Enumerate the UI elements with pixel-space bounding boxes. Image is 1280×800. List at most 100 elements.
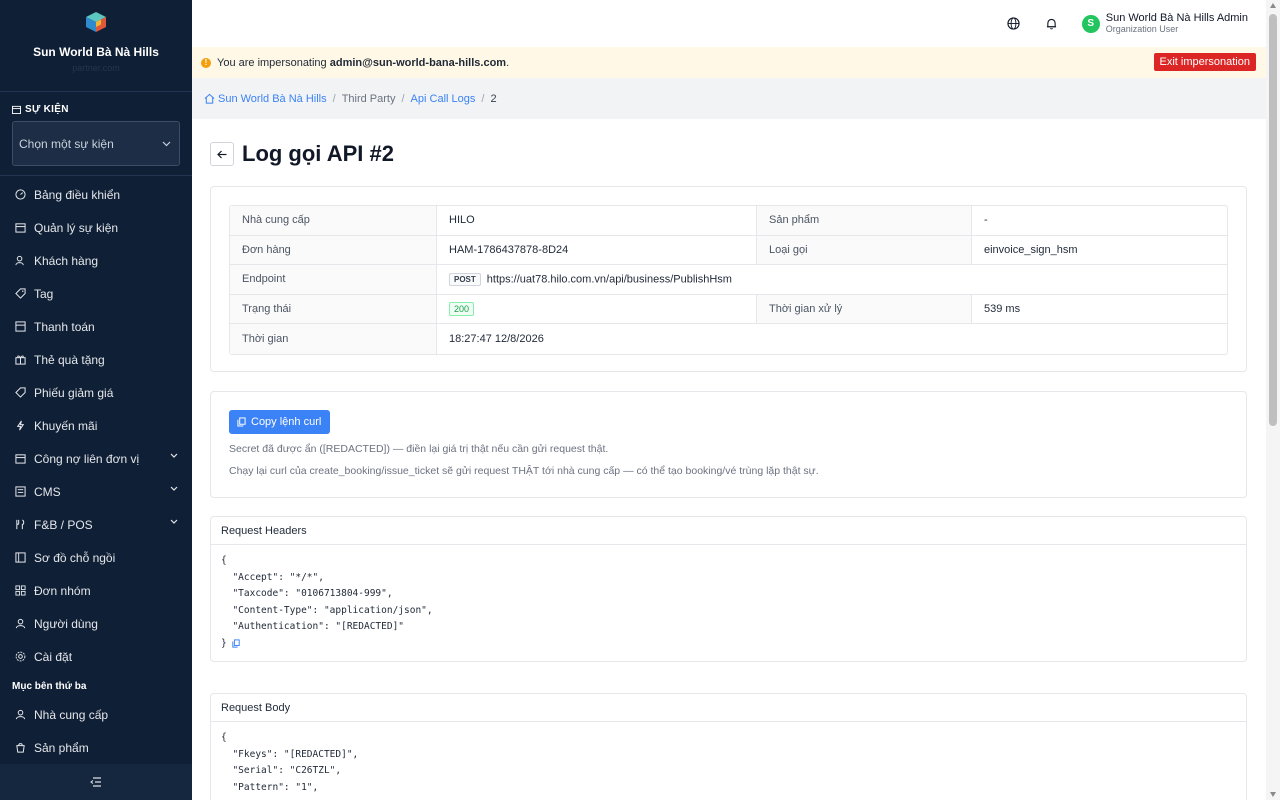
bell-icon	[1047, 18, 1057, 29]
code-line: "Fkeys": "[REDACTED]",	[221, 748, 359, 760]
sidebar-item-provider[interactable]: Nhà cung cấp	[0, 698, 192, 731]
copy-icon	[237, 417, 246, 427]
sidebar-collapse-button[interactable]	[0, 764, 192, 800]
cms-icon	[14, 486, 26, 498]
sidebar-item-settings[interactable]: Cài đặt	[0, 640, 192, 673]
calendar-icon	[12, 105, 21, 114]
sidebar-item-payment[interactable]: Thanh toán	[0, 310, 192, 343]
user-menu[interactable]: S Sun World Bà Nà Hills Admin Organizati…	[1081, 12, 1248, 35]
tag-icon	[14, 288, 26, 300]
breadcrumb-logs-link[interactable]: Api Call Logs	[411, 93, 476, 105]
sidebar-item-events[interactable]: Quản lý sự kiện	[0, 211, 192, 244]
seat-map-icon	[14, 552, 26, 564]
chevron-down-icon	[170, 453, 178, 458]
sidebar-item-debt[interactable]: Công nợ liên đơn vị	[0, 442, 192, 475]
back-button[interactable]	[210, 142, 234, 166]
sidebar: Sun World Bà Nà Hills partner.com SỰ KIỆ…	[0, 0, 192, 800]
sidebar-item-group-order[interactable]: Đơn nhóm	[0, 574, 192, 607]
time-label: Thời gian	[230, 324, 437, 354]
sidebar-item-dashboard[interactable]: Bảng điều khiển	[0, 178, 192, 211]
sidebar-item-label: Công nợ liên đơn vị	[34, 451, 140, 466]
page-title: Log gọi API #2	[242, 141, 394, 166]
sidebar-item-customers[interactable]: Khách hàng	[0, 244, 192, 277]
scroll-down-icon[interactable]	[1270, 792, 1276, 797]
curl-note-warning: Chạy lại curl của create_booking/issue_t…	[229, 465, 819, 477]
event-select[interactable]: Chọn một sự kiện	[12, 121, 180, 166]
request-headers-card: Request Headers { "Accept": "*/*", "Taxc…	[210, 516, 1247, 662]
code-line-last: }	[221, 636, 1236, 653]
sidebar-item-label: Khách hàng	[34, 253, 99, 268]
sidebar-item-gift-card[interactable]: Thẻ quà tặng	[0, 343, 192, 376]
collapse-menu-icon	[90, 777, 101, 787]
brand-subtitle: partner.com	[72, 63, 120, 73]
provider-label: Nhà cung cấp	[230, 206, 437, 236]
sidebar-item-label: Quản lý sự kiện	[34, 220, 119, 235]
log-details-table: Nhà cung cấp HILO Sản phẩm - Đơn hàng HA…	[229, 205, 1228, 355]
sidebar-item-label: Bảng điều khiển	[34, 187, 121, 202]
copy-curl-button[interactable]: Copy lệnh curl	[229, 410, 331, 434]
copy-icon[interactable]	[232, 638, 241, 648]
impersonation-email: admin@sun-world-bana-hills.com	[329, 56, 507, 69]
http-method-badge: POST	[449, 272, 481, 286]
arrow-left-icon	[217, 150, 227, 158]
user-name: Sun World Bà Nà Hills Admin	[1105, 12, 1248, 24]
sidebar-item-tag[interactable]: Tag	[0, 277, 192, 310]
endpoint-cell: POST https://uat78.hilo.com.vn/api/busine…	[437, 265, 1227, 295]
settings-icon	[14, 651, 26, 663]
user-role: Organization User	[1105, 24, 1179, 34]
sidebar-item-coupon[interactable]: Phiếu giảm giá	[0, 376, 192, 409]
table-row: Trạng thái 200 Thời gian xử lý 539 ms	[230, 294, 1227, 325]
call-type-value: einvoice_sign_hsm	[972, 236, 1227, 266]
curl-card: Copy lệnh curl Secret đã được ẩn ([REDAC…	[210, 391, 1247, 498]
user-icon	[14, 618, 26, 630]
page-scrollbar[interactable]	[1266, 0, 1280, 800]
scroll-up-icon[interactable]	[1270, 3, 1276, 8]
sidebar-item-fnb-pos[interactable]: F&B / POS	[0, 508, 192, 541]
top-bar: S Sun World Bà Nà Hills Admin Organizati…	[192, 0, 1266, 47]
status-cell: 200	[437, 294, 757, 325]
breadcrumb-home-link[interactable]: Sun World Bà Nà Hills	[218, 93, 327, 105]
request-body-title: Request Body	[211, 694, 1246, 722]
sidebar-item-label: Tag	[34, 286, 54, 301]
sidebar-menu: Bảng điều khiển Quản lý sự kiện Khách hà…	[0, 176, 192, 764]
curl-note-secret: Secret đã được ẩn ([REDACTED]) — điền lạ…	[229, 443, 609, 455]
product-icon	[14, 742, 26, 754]
sidebar-item-label: Thanh toán	[34, 319, 95, 334]
debt-icon	[14, 453, 26, 465]
breadcrumb-third-party: Third Party	[341, 92, 396, 105]
provider-icon	[14, 709, 26, 721]
promo-icon	[14, 420, 26, 432]
sidebar-item-label: Sơ đồ chỗ ngồi	[34, 550, 116, 565]
language-button[interactable]	[1006, 16, 1022, 32]
sidebar-item-label: Nhà cung cấp	[34, 707, 109, 722]
duration-value: 539 ms	[972, 295, 1227, 325]
sidebar-item-label: Khuyến mãi	[34, 418, 98, 433]
globe-icon	[1007, 17, 1020, 30]
endpoint-label: Endpoint	[230, 265, 437, 295]
sidebar-item-label: Đơn nhóm	[34, 583, 91, 598]
sidebar-item-product[interactable]: Sản phẩm	[0, 731, 192, 764]
notifications-button[interactable]	[1044, 16, 1060, 32]
sidebar-item-users[interactable]: Người dùng	[0, 607, 192, 640]
sidebar-item-cms[interactable]: CMS	[0, 475, 192, 508]
scrollbar-thumb[interactable]	[1269, 14, 1277, 426]
table-row: Endpoint POST https://uat78.hilo.com.vn/a…	[230, 265, 1227, 295]
users-icon	[14, 255, 26, 267]
sidebar-item-promotion[interactable]: Khuyến mãi	[0, 409, 192, 442]
code-line: "Content-Type": "application/json",	[221, 604, 433, 616]
order-value: HAM-1786437878-8D24	[437, 235, 757, 266]
code-line: "Pattern": "1",	[221, 781, 319, 793]
status-badge: 200	[449, 302, 475, 317]
table-row: Nhà cung cấp HILO Sản phẩm -	[230, 206, 1227, 236]
sidebar-item-label: Sản phẩm	[34, 740, 89, 755]
chevron-down-icon	[162, 141, 171, 146]
dashboard-icon	[14, 189, 26, 201]
sidebar-brand[interactable]: Sun World Bà Nà Hills partner.com	[0, 0, 192, 92]
sidebar-item-label: Phiếu giảm giá	[34, 385, 114, 400]
code-line: "Taxcode": "0106713804-999",	[221, 588, 393, 599]
sidebar-item-seat-map[interactable]: Sơ đồ chỗ ngồi	[0, 541, 192, 574]
sidebar-item-label: Người dùng	[34, 616, 98, 631]
sidebar-item-label: F&B / POS	[34, 517, 93, 532]
exit-impersonation-button[interactable]: Exit impersonation	[1153, 53, 1256, 71]
endpoint-url: https://uat78.hilo.com.vn/api/business/P…	[486, 273, 732, 286]
